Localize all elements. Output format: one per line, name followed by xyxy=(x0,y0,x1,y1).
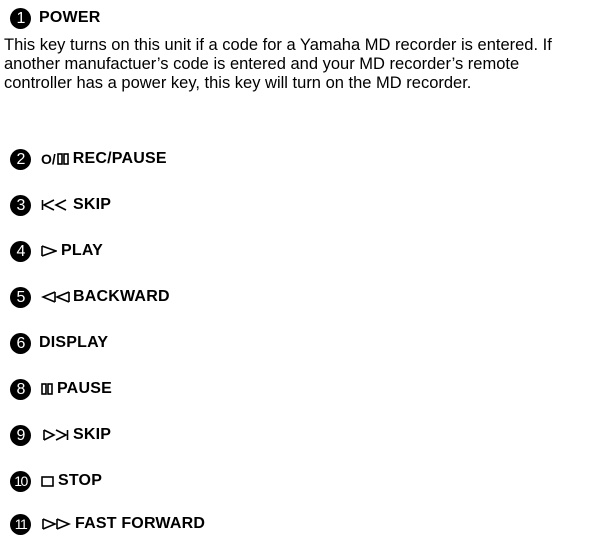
power-description: This key turns on this unit if a code fo… xyxy=(4,36,552,92)
item-fast-forward: 11 FAST FORWARD xyxy=(10,512,205,536)
skip-forward-icon xyxy=(41,427,69,443)
stop-icon xyxy=(41,473,54,489)
play-icon xyxy=(41,243,57,259)
item-skip-back: 3 SKIP xyxy=(10,193,111,217)
item-number: 1 xyxy=(10,7,31,29)
rec-pause-icon: O/ xyxy=(41,151,69,167)
fast-forward-icon xyxy=(41,516,71,532)
rec-pause-symbol-text: O/ xyxy=(41,151,56,167)
item-number: 5 xyxy=(10,286,31,308)
item-stop: 10 STOP xyxy=(10,469,102,493)
item-display: 6 DISPLAY xyxy=(10,331,108,355)
item-number: 2 xyxy=(10,148,31,170)
item-skip-forward: 9 SKIP xyxy=(10,423,111,447)
item-label: PLAY xyxy=(61,242,104,259)
remote-key-reference: 1 POWER This key turns on this unit if a… xyxy=(0,0,592,538)
item-backward: 5 BACKWARD xyxy=(10,285,170,309)
rewind-icon xyxy=(41,289,71,305)
item-number: 4 xyxy=(10,240,31,262)
item-label: SKIP xyxy=(73,196,112,213)
item-label: DISPLAY xyxy=(39,334,109,351)
item-number: 8 xyxy=(10,378,31,400)
item-number: 6 xyxy=(10,332,31,354)
item-label: POWER xyxy=(39,9,101,26)
item-number: 11 xyxy=(10,513,31,535)
pause-icon xyxy=(41,381,53,397)
item-number: 9 xyxy=(10,424,31,446)
item-number: 3 xyxy=(10,194,31,216)
item-label: PAUSE xyxy=(57,380,112,397)
item-pause: 8 PAUSE xyxy=(10,377,112,401)
item-label: BACKWARD xyxy=(73,288,170,305)
skip-back-icon xyxy=(41,197,69,213)
item-label: SKIP xyxy=(73,426,112,443)
item-label: FAST FORWARD xyxy=(75,515,206,532)
item-play: 4 PLAY xyxy=(10,239,103,263)
item-number: 10 xyxy=(10,470,31,492)
item-label: REC/PAUSE xyxy=(72,150,167,167)
item-rec-pause: 2 O/ REC/PAUSE xyxy=(10,147,167,171)
item-label: STOP xyxy=(58,472,103,489)
item-power: 1 POWER xyxy=(10,6,100,30)
